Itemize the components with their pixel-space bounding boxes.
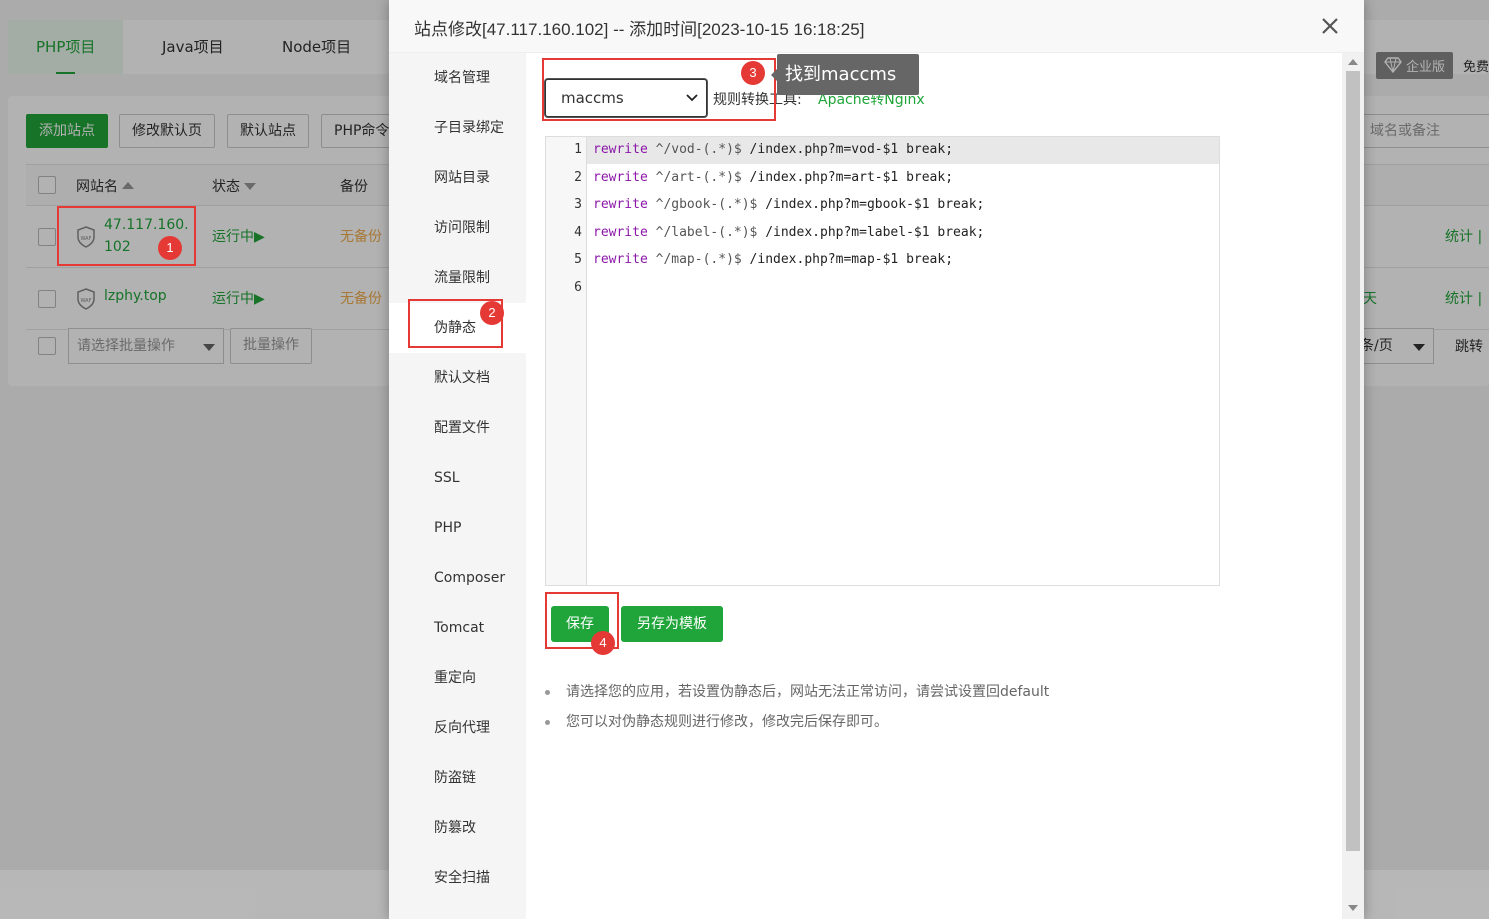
nav-reverse-proxy[interactable]: 反向代理 [389, 703, 526, 753]
tips-list: 请选择您的应用，若设置伪静态后，网站无法正常访问，请尝试设置回default 您… [545, 677, 1049, 737]
nav-composer[interactable]: Composer [389, 553, 526, 603]
nav-access-limit[interactable]: 访问限制 [389, 203, 526, 253]
line-number: 6 [574, 280, 582, 295]
modal-side-nav: 域名管理 子目录绑定 网站目录 访问限制 流量限制 伪静态 默认文档 配置文件 … [389, 53, 526, 919]
line-number: 1 [574, 142, 582, 157]
annotation-box-rule-select [542, 58, 776, 121]
scroll-thumb[interactable] [1346, 71, 1360, 851]
code-line: rewrite ^/map-(.*)$ /index.php?m=map-$1 … [593, 252, 954, 267]
nav-tomcat[interactable]: Tomcat [389, 603, 526, 653]
code-line: rewrite ^/art-(.*)$ /index.php?m=art-$1 … [593, 170, 954, 185]
nav-default-document[interactable]: 默认文档 [389, 353, 526, 403]
code-line: rewrite ^/gbook-(.*)$ /index.php?m=gbook… [593, 197, 985, 212]
tip-item: 您可以对伪静态规则进行修改，修改完后保存即可。 [545, 707, 1049, 737]
annotation-tooltip: 找到maccms [771, 54, 919, 95]
rewrite-content: maccms 规则转换工具: Apache转Nginx 1 2 3 4 5 6 … [526, 53, 1342, 912]
nav-site-directory[interactable]: 网站目录 [389, 153, 526, 203]
code-line: rewrite ^/label-(.*)$ /index.php?m=label… [593, 225, 985, 240]
modal-scrollbar[interactable] [1342, 53, 1364, 919]
annotation-badge: 2 [480, 301, 504, 325]
line-number: 2 [574, 170, 582, 185]
modal-title: 站点修改[47.117.160.102] -- 添加时间[2023-10-15 … [414, 20, 865, 39]
close-icon[interactable] [1318, 14, 1342, 38]
nav-domain-management[interactable]: 域名管理 [389, 53, 526, 103]
line-number: 3 [574, 197, 582, 212]
nav-traffic-limit[interactable]: 流量限制 [389, 253, 526, 303]
code-line: rewrite ^/vod-(.*)$ /index.php?m=vod-$1 … [593, 142, 954, 157]
save-as-template-button[interactable]: 另存为模板 [621, 606, 723, 642]
line-number: 5 [574, 252, 582, 267]
nav-tamper-protection[interactable]: 防篡改 [389, 803, 526, 853]
nav-security-scan[interactable]: 安全扫描 [389, 853, 526, 903]
nav-ssl[interactable]: SSL [389, 453, 526, 503]
annotation-badge: 1 [158, 236, 182, 260]
modal-header: 站点修改[47.117.160.102] -- 添加时间[2023-10-15 … [389, 0, 1364, 53]
scroll-up-icon[interactable] [1348, 59, 1358, 65]
annotation-badge: 3 [741, 61, 765, 85]
nav-config-file[interactable]: 配置文件 [389, 403, 526, 453]
tip-item: 请选择您的应用，若设置伪静态后，网站无法正常访问，请尝试设置回default [545, 677, 1049, 707]
nav-php[interactable]: PHP [389, 503, 526, 553]
nav-hotlink-protection[interactable]: 防盗链 [389, 753, 526, 803]
nav-subdirectory-binding[interactable]: 子目录绑定 [389, 103, 526, 153]
editor-gutter: 1 2 3 4 5 6 [546, 137, 587, 585]
annotation-badge: 4 [591, 631, 615, 655]
nav-redirect[interactable]: 重定向 [389, 653, 526, 703]
rewrite-code-editor[interactable]: 1 2 3 4 5 6 rewrite ^/vod-(.*)$ /index.p… [545, 136, 1220, 586]
line-number: 4 [574, 225, 582, 240]
site-edit-modal: 站点修改[47.117.160.102] -- 添加时间[2023-10-15 … [389, 0, 1364, 919]
scroll-down-icon[interactable] [1348, 905, 1358, 911]
